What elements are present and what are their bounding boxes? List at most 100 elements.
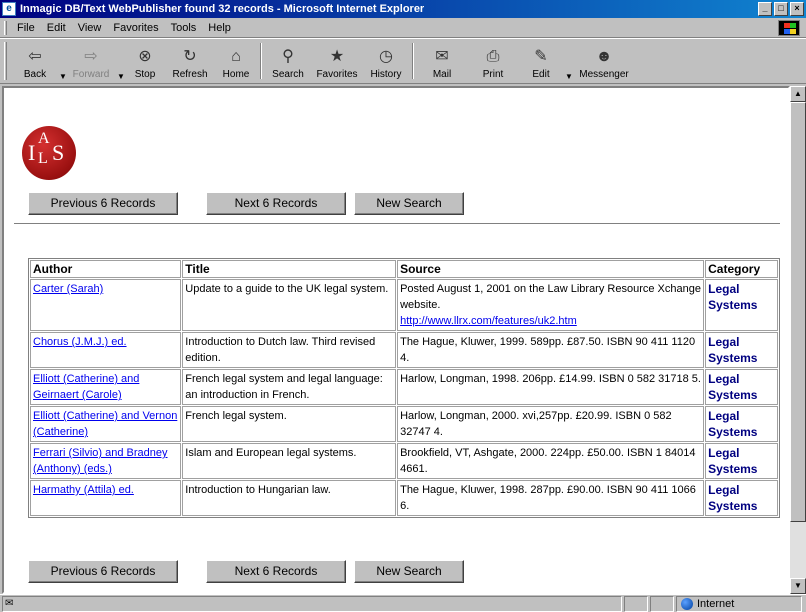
author-cell: Chorus (J.M.J.) ed. [30, 332, 182, 368]
category-cell: Legal Systems [705, 480, 778, 516]
status-panel [650, 595, 674, 612]
refresh-button[interactable]: ↻ Refresh [165, 41, 215, 81]
back-dropdown[interactable]: ▼ [57, 41, 67, 81]
category-cell: Legal Systems [705, 332, 778, 368]
menu-file[interactable]: File [11, 22, 41, 34]
logo-letter: A [38, 130, 50, 147]
stop-label: Stop [134, 69, 156, 80]
table-row: Chorus (J.M.J.) ed. Introduction to Dutc… [30, 332, 778, 368]
toolbar-grip[interactable] [4, 42, 7, 80]
scroll-down-icon[interactable]: ▼ [790, 578, 806, 594]
search-button[interactable]: ⚲ Search [265, 41, 311, 81]
new-search-button[interactable]: New Search [354, 560, 464, 583]
back-button[interactable]: ⇦ Back [13, 41, 57, 81]
page-content: I A L S Previous 6 Records Next 6 Record… [2, 86, 790, 594]
print-button[interactable]: ⎙ Print [467, 41, 519, 81]
author-cell: Elliott (Catherine) and Vernon (Catherin… [30, 406, 182, 442]
messenger-label: Messenger [579, 69, 629, 80]
search-icon: ⚲ [282, 48, 294, 65]
column-header-source: Source [397, 260, 705, 278]
menu-grip[interactable] [4, 20, 7, 35]
scroll-up-icon[interactable]: ▲ [790, 86, 806, 102]
minimize-button[interactable]: _ [758, 2, 772, 16]
menu-edit[interactable]: Edit [41, 22, 72, 34]
title-cell: French legal system and legal language: … [182, 369, 397, 405]
table-row: Elliott (Catherine) and Geirnaert (Carol… [30, 369, 778, 405]
forward-arrow-icon: ⇨ [84, 48, 98, 65]
table-header-row: Author Title Source Category [30, 260, 778, 278]
mail-button[interactable]: ✉ Mail [417, 41, 467, 81]
new-search-button[interactable]: New Search [354, 192, 464, 215]
previous-records-button[interactable]: Previous 6 Records [28, 560, 178, 583]
messenger-button[interactable]: ☻ Messenger [573, 41, 635, 81]
table-row: Ferrari (Silvio) and Bradney (Anthony) (… [30, 443, 778, 479]
source-cell: Brookfield, VT, Ashgate, 2000. 224pp. £5… [397, 443, 705, 479]
mail-label: Mail [432, 69, 452, 80]
source-cell: The Hague, Kluwer, 1998. 287pp. £90.00. … [397, 480, 705, 516]
history-button[interactable]: ◷ History [363, 41, 409, 81]
toolbar-separator [412, 43, 414, 79]
author-cell: Ferrari (Silvio) and Bradney (Anthony) (… [30, 443, 182, 479]
author-link[interactable]: Elliott (Catherine) and Vernon (Catherin… [33, 410, 177, 438]
close-button[interactable]: × [790, 2, 804, 16]
author-link[interactable]: Harmathy (Attila) ed. [33, 484, 134, 496]
window-title: Inmagic DB/Text WebPublisher found 32 re… [20, 3, 425, 15]
edit-button[interactable]: ✎ Edit [519, 41, 563, 81]
print-icon: ⎙ [486, 48, 500, 65]
maximize-button[interactable]: □ [774, 2, 788, 16]
security-zone-panel: Internet [676, 595, 802, 612]
dropdown-icon: ▼ [117, 72, 125, 81]
vertical-scrollbar[interactable]: ▲ ▼ [790, 86, 806, 594]
stop-icon: ⊗ [138, 48, 152, 65]
category-cell: Legal Systems [705, 279, 778, 331]
source-cell: Harlow, Longman, 1998. 206pp. £14.99. IS… [397, 369, 705, 405]
ials-logo: I A L S [22, 126, 76, 180]
author-cell: Harmathy (Attila) ed. [30, 480, 182, 516]
edit-icon: ✎ [534, 48, 548, 65]
logo-letter: L [38, 150, 48, 167]
column-header-author: Author [30, 260, 182, 278]
logo-letter: S [52, 140, 65, 165]
author-link[interactable]: Chorus (J.M.J.) ed. [33, 336, 127, 348]
home-label: Home [222, 69, 250, 80]
dropdown-icon: ▼ [59, 72, 67, 81]
author-link[interactable]: Elliott (Catherine) and Geirnaert (Carol… [33, 373, 139, 401]
scroll-thumb[interactable] [790, 102, 806, 522]
menu-view[interactable]: View [72, 22, 108, 34]
back-label: Back [23, 69, 47, 80]
toolbar-separator [260, 43, 262, 79]
favorites-button[interactable]: ★ Favorites [311, 41, 363, 81]
favorites-label: Favorites [316, 69, 358, 80]
source-link[interactable]: http://www.llrx.com/features/uk2.htm [400, 315, 577, 327]
edit-dropdown[interactable]: ▼ [563, 41, 573, 81]
ie-icon: e [2, 2, 16, 16]
results-table: Author Title Source Category Carter (Sar… [28, 258, 780, 518]
next-records-button[interactable]: Next 6 Records [206, 192, 346, 215]
title-cell: French legal system. [182, 406, 397, 442]
menu-tools[interactable]: Tools [165, 22, 203, 34]
stop-button[interactable]: ⊗ Stop [125, 41, 165, 81]
table-row: Elliott (Catherine) and Vernon (Catherin… [30, 406, 778, 442]
category-cell: Legal Systems [705, 369, 778, 405]
dropdown-icon: ▼ [565, 72, 573, 81]
home-button[interactable]: ⌂ Home [215, 41, 257, 81]
forward-button[interactable]: ⇨ Forward [67, 41, 115, 81]
toolbar: ⇦ Back ▼ ⇨ Forward ▼ ⊗ Stop ↻ Refresh ⌂ … [0, 38, 806, 84]
next-records-button[interactable]: Next 6 Records [206, 560, 346, 583]
status-text-panel: ✉ [2, 595, 622, 612]
page-status-icon: ✉ [5, 598, 14, 609]
forward-dropdown[interactable]: ▼ [115, 41, 125, 81]
internet-globe-icon [681, 597, 693, 610]
zone-label: Internet [697, 597, 735, 610]
previous-records-button[interactable]: Previous 6 Records [28, 192, 178, 215]
refresh-icon: ↻ [183, 48, 197, 65]
messenger-icon: ☻ [595, 48, 613, 65]
nav-buttons-top: Previous 6 Records Next 6 Records New Se… [28, 192, 464, 215]
author-link[interactable]: Carter (Sarah) [33, 283, 103, 295]
back-arrow-icon: ⇦ [28, 48, 42, 65]
menu-favorites[interactable]: Favorites [107, 22, 164, 34]
column-header-title: Title [182, 260, 397, 278]
author-link[interactable]: Ferrari (Silvio) and Bradney (Anthony) (… [33, 447, 168, 475]
menu-bar: File Edit View Favorites Tools Help [0, 18, 806, 38]
menu-help[interactable]: Help [202, 22, 237, 34]
